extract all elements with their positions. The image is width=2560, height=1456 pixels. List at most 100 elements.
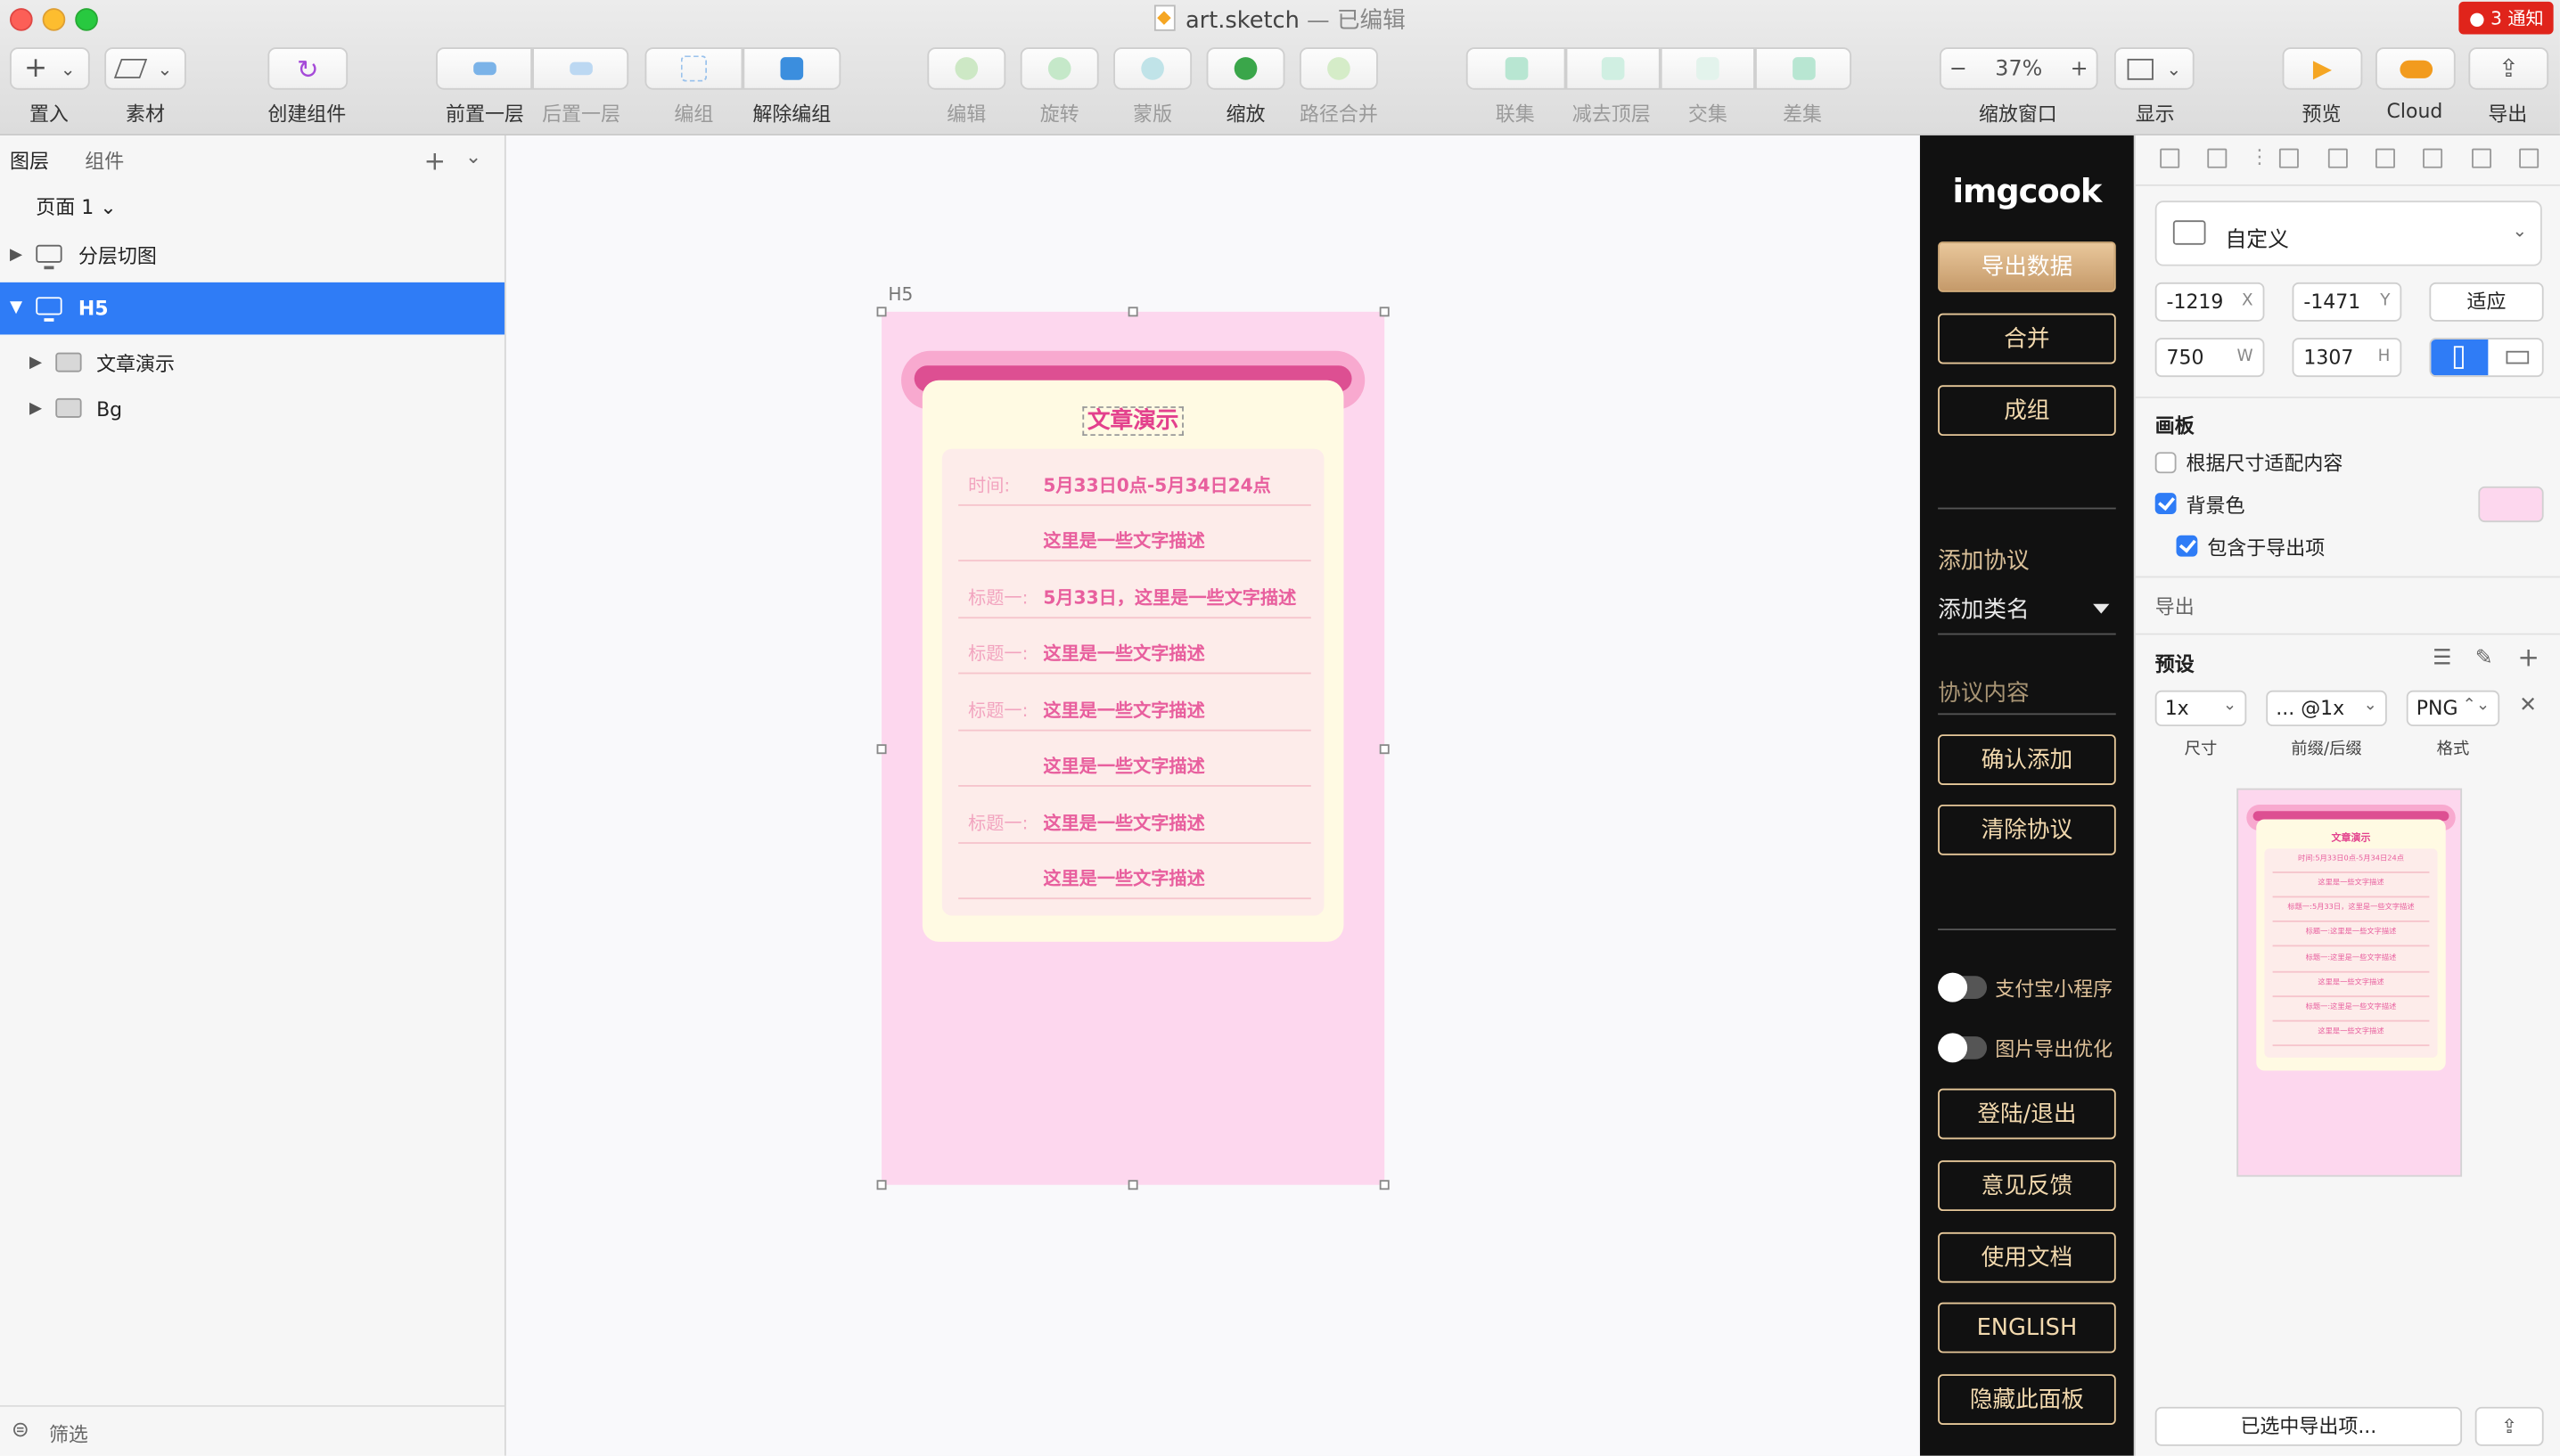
export-data-button[interactable]: 导出数据 (1938, 241, 2116, 292)
distribute-horizontal-icon[interactable] (2160, 148, 2180, 168)
article-card[interactable]: 文章演示 时间: 5月33日0点-5月34日24点 这里是一些文字描述 标题一: 5… (922, 380, 1344, 942)
intersect-button[interactable] (1660, 47, 1755, 90)
resize-handle[interactable] (876, 1180, 887, 1190)
align-bottom-icon[interactable] (2519, 148, 2539, 168)
layer-item[interactable]: ▶ Bg (0, 383, 505, 436)
height-field[interactable]: 1307 H (2292, 338, 2402, 378)
ungroup-button[interactable] (743, 47, 841, 90)
distribute-vertical-icon[interactable] (2207, 148, 2228, 168)
add-export-icon[interactable]: + (2517, 642, 2539, 673)
fit-content-checkbox[interactable] (2154, 452, 2177, 474)
send-backward-button[interactable] (532, 47, 629, 90)
disclosure-arrow-icon[interactable]: ▶ (29, 383, 42, 436)
resize-handle[interactable] (1379, 307, 1390, 317)
bring-forward-button[interactable] (436, 47, 533, 90)
notification-badge[interactable]: ● 3 通知 (2459, 1, 2554, 35)
preview-button[interactable]: ▶ (2282, 47, 2363, 90)
preset-section-title: 预设 (2154, 652, 2195, 676)
login-logout-button[interactable]: 登陆/退出 (1938, 1088, 2116, 1140)
include-in-export-checkbox[interactable] (2176, 535, 2198, 557)
disclosure-arrow-icon[interactable]: ▼ (10, 282, 22, 335)
x-field[interactable]: -1219 X (2154, 282, 2265, 322)
protocol-content-input[interactable]: 协议内容 (1938, 675, 2030, 708)
add-page-icon[interactable]: + (423, 145, 446, 176)
export-size-select[interactable]: 1x ⌄ (2154, 690, 2247, 727)
chevron-down-icon[interactable]: ⌄ (465, 145, 481, 168)
align-left-icon[interactable] (2278, 148, 2299, 168)
tab-components[interactable]: 组件 (85, 146, 124, 174)
align-center-horizontal-icon[interactable] (2327, 148, 2348, 168)
width-field[interactable]: 750 W (2154, 338, 2265, 378)
plus-icon: + (24, 52, 48, 86)
chevron-down-icon: ⌄ (60, 58, 76, 79)
zoom-out-button[interactable]: − (1949, 56, 1967, 80)
cloud-button[interactable] (2375, 47, 2456, 90)
portrait-icon[interactable] (2431, 339, 2489, 376)
export-selected-button[interactable]: 已选中导出项... (2154, 1406, 2463, 1446)
sliders-icon[interactable]: ☰ (2433, 646, 2451, 670)
pencil-icon[interactable]: ✎ (2475, 646, 2493, 670)
merge-button[interactable]: 合并 (1938, 313, 2116, 364)
page-selector[interactable]: 页面 1 ⌄ (0, 184, 505, 230)
make-group-button[interactable]: 成组 (1938, 385, 2116, 437)
resize-handle[interactable] (1128, 307, 1138, 317)
scale-button[interactable] (1206, 47, 1285, 90)
difference-button[interactable] (1754, 47, 1852, 90)
english-button[interactable]: ENGLISH (1938, 1302, 2116, 1354)
divider (2135, 397, 2560, 398)
y-field[interactable]: -1471 Y (2292, 282, 2402, 322)
orientation-toggle[interactable] (2429, 338, 2544, 378)
background-color-swatch[interactable] (2478, 486, 2544, 523)
edit-button[interactable] (927, 47, 1006, 90)
canvas[interactable]: H5 文章演示 时间: 5月33日0点-5月34日24点 这里是一些文字描述 标题… (505, 135, 1920, 1456)
display-button[interactable]: ⌄ (2113, 47, 2195, 90)
caret-down-icon[interactable] (2093, 603, 2110, 614)
more-icon[interactable]: ⋮ (2250, 145, 2269, 168)
feedback-button[interactable]: 意见反馈 (1938, 1160, 2116, 1212)
layer-item[interactable]: ▶ 文章演示 (0, 338, 505, 390)
disclosure-arrow-icon[interactable]: ▶ (10, 230, 22, 282)
clear-protocol-button[interactable]: 清除协议 (1938, 804, 2116, 855)
zoom-in-button[interactable]: + (2071, 56, 2088, 80)
materials-button[interactable]: ⌄ (104, 47, 186, 90)
resize-handle[interactable] (876, 744, 887, 755)
export-suffix-select[interactable]: ... @1x ⌄ (2266, 690, 2387, 727)
share-button[interactable]: ⇪ (2474, 1406, 2544, 1446)
subtract-button[interactable] (1565, 47, 1661, 90)
artboard-label[interactable]: H5 (888, 284, 913, 306)
insert-button[interactable]: + ⌄ (9, 47, 90, 90)
mask-button[interactable] (1113, 47, 1193, 90)
resize-handle[interactable] (1379, 1180, 1390, 1190)
remove-export-icon[interactable]: ✕ (2519, 693, 2537, 717)
image-optimize-toggle[interactable] (1938, 1033, 1988, 1063)
path-combine-button[interactable] (1299, 47, 1378, 90)
hide-panel-button[interactable]: 隐藏此面板 (1938, 1374, 2116, 1425)
export-format-select[interactable]: PNG ⌃⌄ (2406, 690, 2500, 727)
union-button[interactable] (1465, 47, 1566, 90)
export-toolbar-button[interactable]: ⇪ (2468, 47, 2549, 90)
disclosure-arrow-icon[interactable]: ▶ (29, 338, 42, 390)
resize-handle[interactable] (876, 307, 887, 317)
add-class-select[interactable]: 添加类名 (1938, 593, 2030, 626)
align-top-icon[interactable] (2423, 148, 2443, 168)
docs-button[interactable]: 使用文档 (1938, 1231, 2116, 1283)
artboard-h5[interactable]: 文章演示 时间: 5月33日0点-5月34日24点 这里是一些文字描述 标题一: 5… (882, 311, 1385, 1185)
background-color-checkbox[interactable] (2154, 493, 2177, 514)
align-middle-icon[interactable] (2472, 148, 2492, 168)
resize-handle[interactable] (1379, 744, 1390, 755)
edit-icon (955, 57, 979, 80)
tab-layers[interactable]: 图层 (10, 146, 49, 174)
alipay-toggle[interactable] (1938, 972, 1988, 1002)
resize-handle[interactable] (1128, 1180, 1138, 1190)
align-right-icon[interactable] (2375, 148, 2395, 168)
artboard-preset-select[interactable]: 自定义 ⌄ (2154, 200, 2542, 266)
create-component-button[interactable]: ↻ (267, 47, 349, 90)
filter-bar[interactable]: ⊜ 筛选 (0, 1405, 505, 1456)
fit-button[interactable]: 适应 (2429, 282, 2544, 322)
preview-row: 标题一:这里是一些文字描述 (2272, 948, 2430, 973)
group-button[interactable] (644, 47, 743, 90)
rotate-button[interactable] (1020, 47, 1099, 90)
layer-item-selected[interactable]: ▼ H5 (0, 282, 505, 335)
layer-item[interactable]: ▶ 分层切图 (0, 230, 505, 282)
confirm-add-button[interactable]: 确认添加 (1938, 734, 2116, 785)
